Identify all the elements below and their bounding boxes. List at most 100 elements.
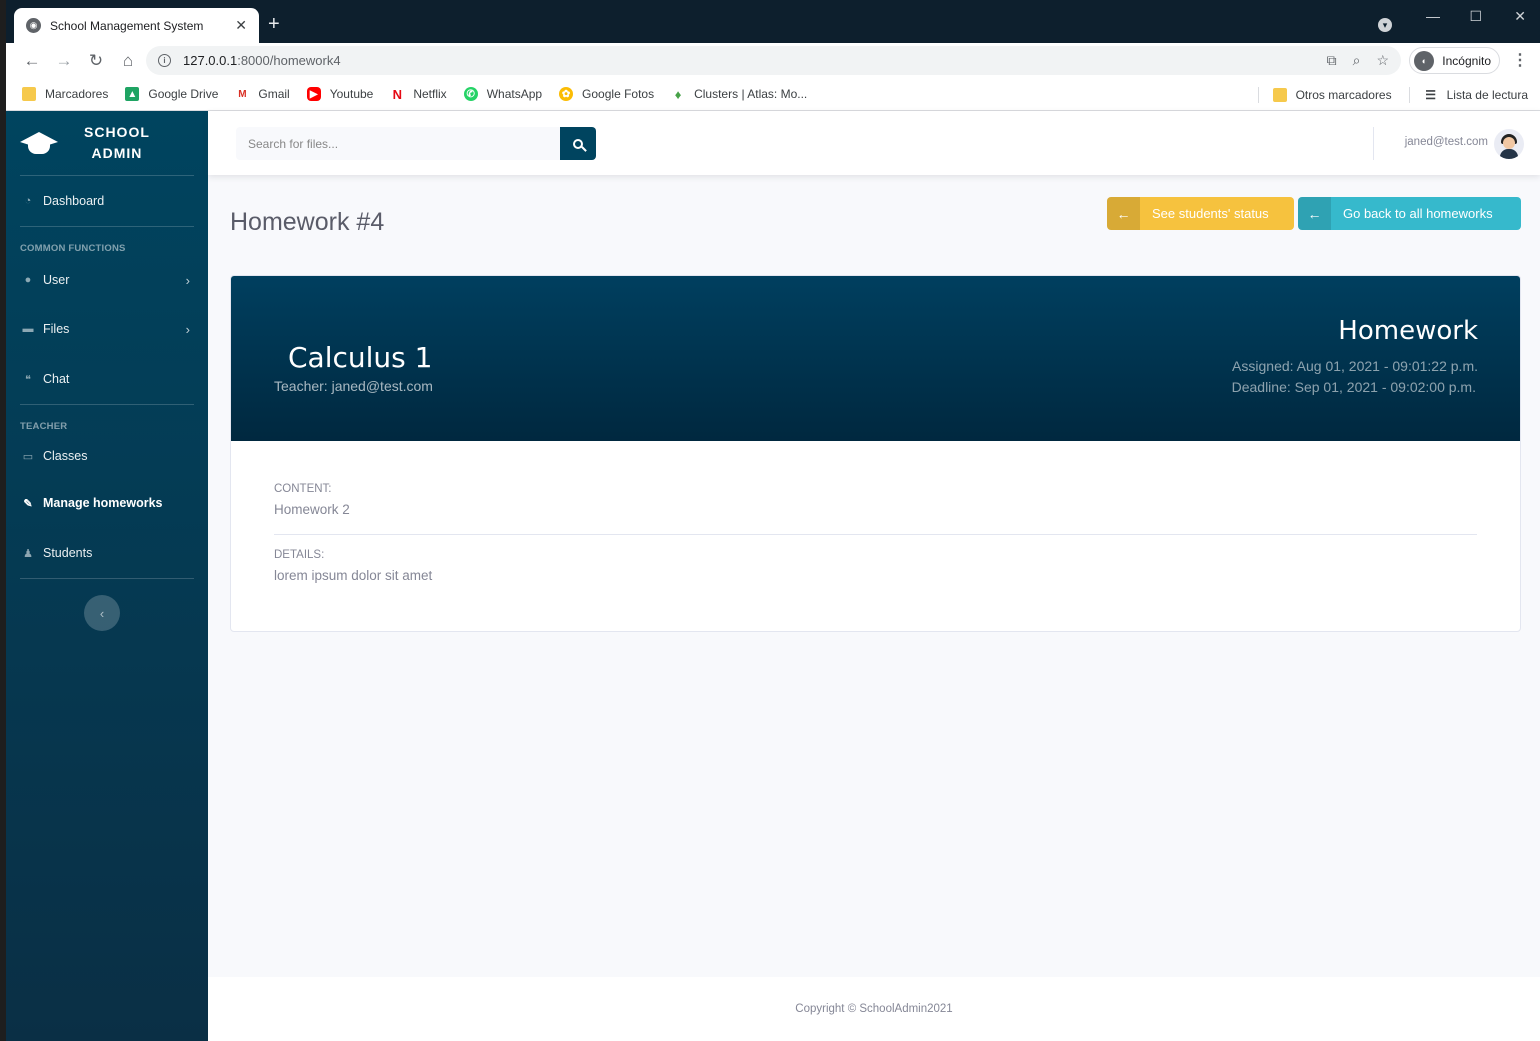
sidebar-heading-common-functions: COMMON FUNCTIONS: [20, 243, 126, 254]
forward-icon[interactable]: →: [48, 51, 80, 71]
bookmark-lista-de-lectura[interactable]: ☰ Lista de lectura: [1423, 87, 1528, 102]
bookmark-marcadores[interactable]: Marcadores: [22, 87, 108, 101]
user-email[interactable]: janed@test.com: [1405, 136, 1488, 148]
bookmark-google-fotos[interactable]: ✿ Google Fotos: [559, 87, 654, 101]
homework-card: Calculus 1 Teacher: janed@test.com Homew…: [230, 275, 1521, 632]
chevron-left-icon: ‹: [99, 605, 105, 621]
page-title: Homework #4: [230, 208, 385, 236]
teacher-email: Teacher: janed@test.com: [274, 378, 433, 394]
maximize-icon[interactable]: ☐: [1469, 8, 1482, 25]
google-photos-icon: ✿: [559, 87, 574, 101]
zoom-icon[interactable]: ⌕: [1353, 52, 1361, 69]
content-value: Homework 2: [274, 502, 350, 517]
url-host: 127.0.0.1: [183, 53, 238, 68]
bookmark-gmail[interactable]: M Gmail: [235, 87, 290, 101]
sidebar-item-classes[interactable]: ▭ Classes: [6, 434, 208, 478]
incognito-icon: ◐: [1414, 50, 1435, 71]
tab-bar: ◉ School Management System ✕ + ▾ — ☐ ✕: [6, 0, 1540, 43]
browser-tab[interactable]: ◉ School Management System ✕: [14, 8, 259, 43]
brand[interactable]: SCHOOL ADMIN: [6, 111, 208, 175]
minimize-icon[interactable]: —: [1426, 8, 1440, 24]
bookmark-whatsapp[interactable]: ✆ WhatsApp: [463, 87, 542, 101]
avatar[interactable]: [1494, 129, 1524, 159]
youtube-icon: ▶: [306, 87, 321, 101]
homework-card-body: CONTENT: Homework 2 DETAILS: lorem ipsum…: [231, 441, 1520, 583]
footer: Copyright © SchoolAdmin2021: [208, 977, 1540, 1041]
comments-icon: ❝: [25, 373, 31, 386]
user-circle-icon: ●: [24, 274, 32, 286]
bookmark-youtube[interactable]: ▶ Youtube: [306, 87, 373, 101]
sidebar-item-chat[interactable]: ❝ Chat: [6, 354, 208, 404]
topbar: Search for files... janed@test.com: [208, 111, 1540, 175]
google-drive-icon: ▲: [125, 87, 140, 101]
sidebar-item-files[interactable]: ▬ Files ›: [6, 304, 208, 354]
sidebar: SCHOOL ADMIN ◔ Dashboard COMMON FUNCTION…: [6, 111, 208, 1041]
chevron-right-icon: ›: [185, 272, 190, 288]
field-divider: [274, 534, 1477, 535]
search-icon: [573, 138, 583, 149]
reload-icon[interactable]: ↻: [80, 51, 112, 71]
sidebar-item-user[interactable]: ● User ›: [6, 256, 208, 304]
content-label: CONTENT:: [274, 483, 332, 495]
sidebar-item-manage-homeworks[interactable]: ✎ Manage homeworks: [6, 478, 208, 528]
new-tab-icon[interactable]: +: [268, 13, 280, 36]
go-back-homeworks-button[interactable]: ← Go back to all homeworks: [1298, 197, 1521, 230]
browser-chrome: ◉ School Management System ✕ + ▾ — ☐ ✕ ←…: [6, 0, 1540, 111]
bookmark-star-icon[interactable]: ☆: [1376, 52, 1389, 69]
translate-icon[interactable]: ⧉: [1327, 52, 1337, 69]
globe-icon: ◉: [26, 18, 41, 33]
topbar-divider: [1373, 127, 1374, 160]
navigation-bar: ← → ↻ ⌂ i 127.0.0.1:8000/homework4 ⧉ ⌕ ☆…: [6, 43, 1540, 78]
sidebar-toggle-button[interactable]: ‹: [84, 595, 120, 631]
course-name: Calculus 1: [288, 341, 433, 374]
assigned-date: Assigned: Aug 01, 2021 - 09:01:22 p.m.: [1232, 358, 1478, 374]
bookmarks-separator: [1408, 86, 1410, 103]
see-students-status-button[interactable]: ← See students' status: [1107, 197, 1294, 230]
deadline-date: Deadline: Sep 01, 2021 - 09:02:00 p.m.: [1231, 379, 1476, 395]
site-info-icon[interactable]: i: [158, 54, 171, 67]
incognito-badge[interactable]: ◐ Incógnito: [1409, 47, 1500, 74]
tab-title: School Management System: [50, 18, 204, 33]
close-window-icon[interactable]: ✕: [1514, 8, 1526, 25]
edit-icon: ✎: [23, 497, 33, 510]
tachometer-icon: ◔: [24, 195, 32, 207]
home-icon[interactable]: ⌂: [112, 51, 144, 71]
search-placeholder: Search for files...: [248, 136, 339, 151]
incognito-label: Incógnito: [1442, 53, 1491, 68]
folder-icon: [1272, 87, 1287, 102]
brand-line-1: SCHOOL: [84, 124, 150, 140]
bookmark-clusters-atlas[interactable]: ♦ Clusters | Atlas: Mo...: [671, 87, 807, 102]
gmail-icon: M: [235, 87, 250, 101]
bookmark-netflix[interactable]: N Netflix: [390, 87, 447, 102]
bookmarks-separator: [1257, 86, 1259, 103]
brand-line-2: ADMIN: [91, 145, 143, 161]
brand-name: SCHOOL ADMIN: [84, 122, 150, 164]
tab-search-icon[interactable]: ▾: [1378, 18, 1392, 32]
folder-icon: [22, 87, 36, 101]
search-button[interactable]: [560, 127, 596, 160]
search-input[interactable]: Search for files...: [236, 127, 560, 160]
address-bar[interactable]: i 127.0.0.1:8000/homework4 ⧉ ⌕ ☆: [146, 46, 1401, 75]
sidebar-item-students[interactable]: ♟ Students: [6, 528, 208, 578]
app: SCHOOL ADMIN ◔ Dashboard COMMON FUNCTION…: [6, 111, 1540, 1041]
mongodb-leaf-icon: ♦: [671, 87, 686, 102]
browser-menu-icon[interactable]: ⋮: [1512, 50, 1528, 70]
back-icon[interactable]: ←: [16, 51, 48, 71]
sidebar-item-dashboard[interactable]: ◔ Dashboard: [6, 176, 208, 226]
homework-label: Homework: [1338, 316, 1478, 346]
bookmark-google-drive[interactable]: ▲ Google Drive: [125, 87, 218, 101]
chalkboard-teacher-icon: ▭: [22, 450, 34, 463]
sidebar-divider: [20, 578, 194, 579]
bookmark-otros-marcadores[interactable]: Otros marcadores: [1272, 87, 1392, 102]
details-value: lorem ipsum dolor sit amet: [274, 568, 433, 583]
reading-list-icon: ☰: [1423, 87, 1438, 102]
arrow-left-icon: ←: [1107, 197, 1140, 230]
close-tab-icon[interactable]: ✕: [235, 17, 247, 34]
arrow-left-icon: ←: [1298, 197, 1331, 230]
url-path: :8000/homework4: [237, 53, 341, 68]
copyright: Copyright © SchoolAdmin2021: [795, 1003, 953, 1015]
whatsapp-icon: ✆: [463, 87, 478, 101]
folder-icon: ▬: [22, 323, 34, 335]
homework-card-header: Calculus 1 Teacher: janed@test.com Homew…: [231, 276, 1520, 441]
netflix-icon: N: [390, 87, 405, 102]
